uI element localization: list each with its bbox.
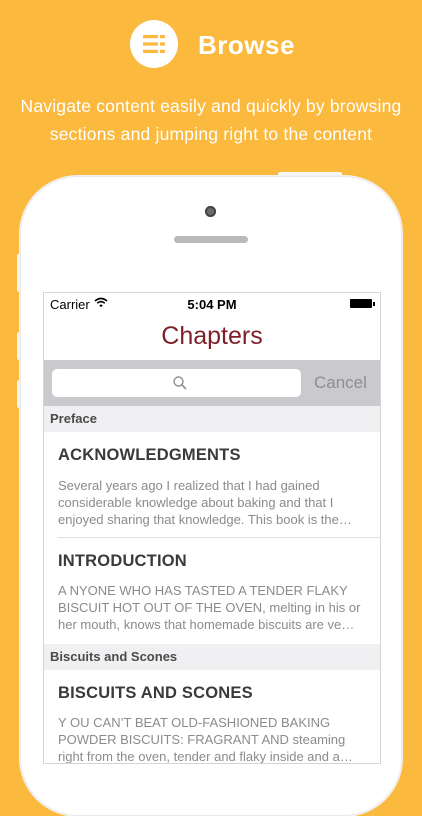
browse-badge	[130, 20, 178, 68]
chapter-description: Y OU CAN’T BEAT OLD-FASHIONED BAKING POW…	[58, 715, 353, 764]
list-icon	[143, 35, 165, 53]
cancel-button[interactable]: Cancel	[314, 373, 367, 393]
promo-subtitle-line: Navigate content easily and quickly by b…	[20, 96, 402, 116]
status-bar: Carrier 5:04 PM	[44, 293, 380, 315]
promo-title: Browse	[198, 30, 295, 60]
status-time: 5:04 PM	[187, 297, 237, 312]
chapter-title: INTRODUCTION	[58, 552, 187, 570]
chapter-title: ACKNOWLEDGMENTS	[58, 446, 241, 464]
section-header: Biscuits and Scones	[44, 644, 380, 670]
promo-subtitle: Navigate content easily and quickly by b…	[0, 92, 422, 148]
nav-title: Chapters	[161, 322, 263, 350]
search-bar: Cancel	[44, 360, 380, 406]
chapter-row[interactable]: INTRODUCTION A NYONE WHO HAS TASTED A TE…	[44, 538, 380, 644]
camera-icon	[205, 206, 216, 217]
chapter-description: Several years ago I realized that I had …	[58, 478, 352, 527]
chapter-title: BISCUITS AND SCONES	[58, 684, 253, 702]
chapter-row[interactable]: ACKNOWLEDGMENTS Several years ago I real…	[44, 432, 380, 538]
battery-icon	[350, 299, 375, 308]
chapter-description: A NYONE WHO HAS TASTED A TENDER FLAKY BI…	[58, 583, 361, 632]
search-icon	[173, 376, 187, 390]
promo-header: Browse Navigate content easily and quick…	[0, 0, 422, 170]
promo-subtitle-line: sections and jumping right to the conten…	[49, 124, 373, 144]
section-header: Preface	[44, 406, 380, 432]
search-input[interactable]	[52, 369, 301, 397]
app-screen: Carrier 5:04 PM Chapters Cancel Preface …	[43, 292, 381, 764]
phone-speaker	[174, 236, 248, 243]
